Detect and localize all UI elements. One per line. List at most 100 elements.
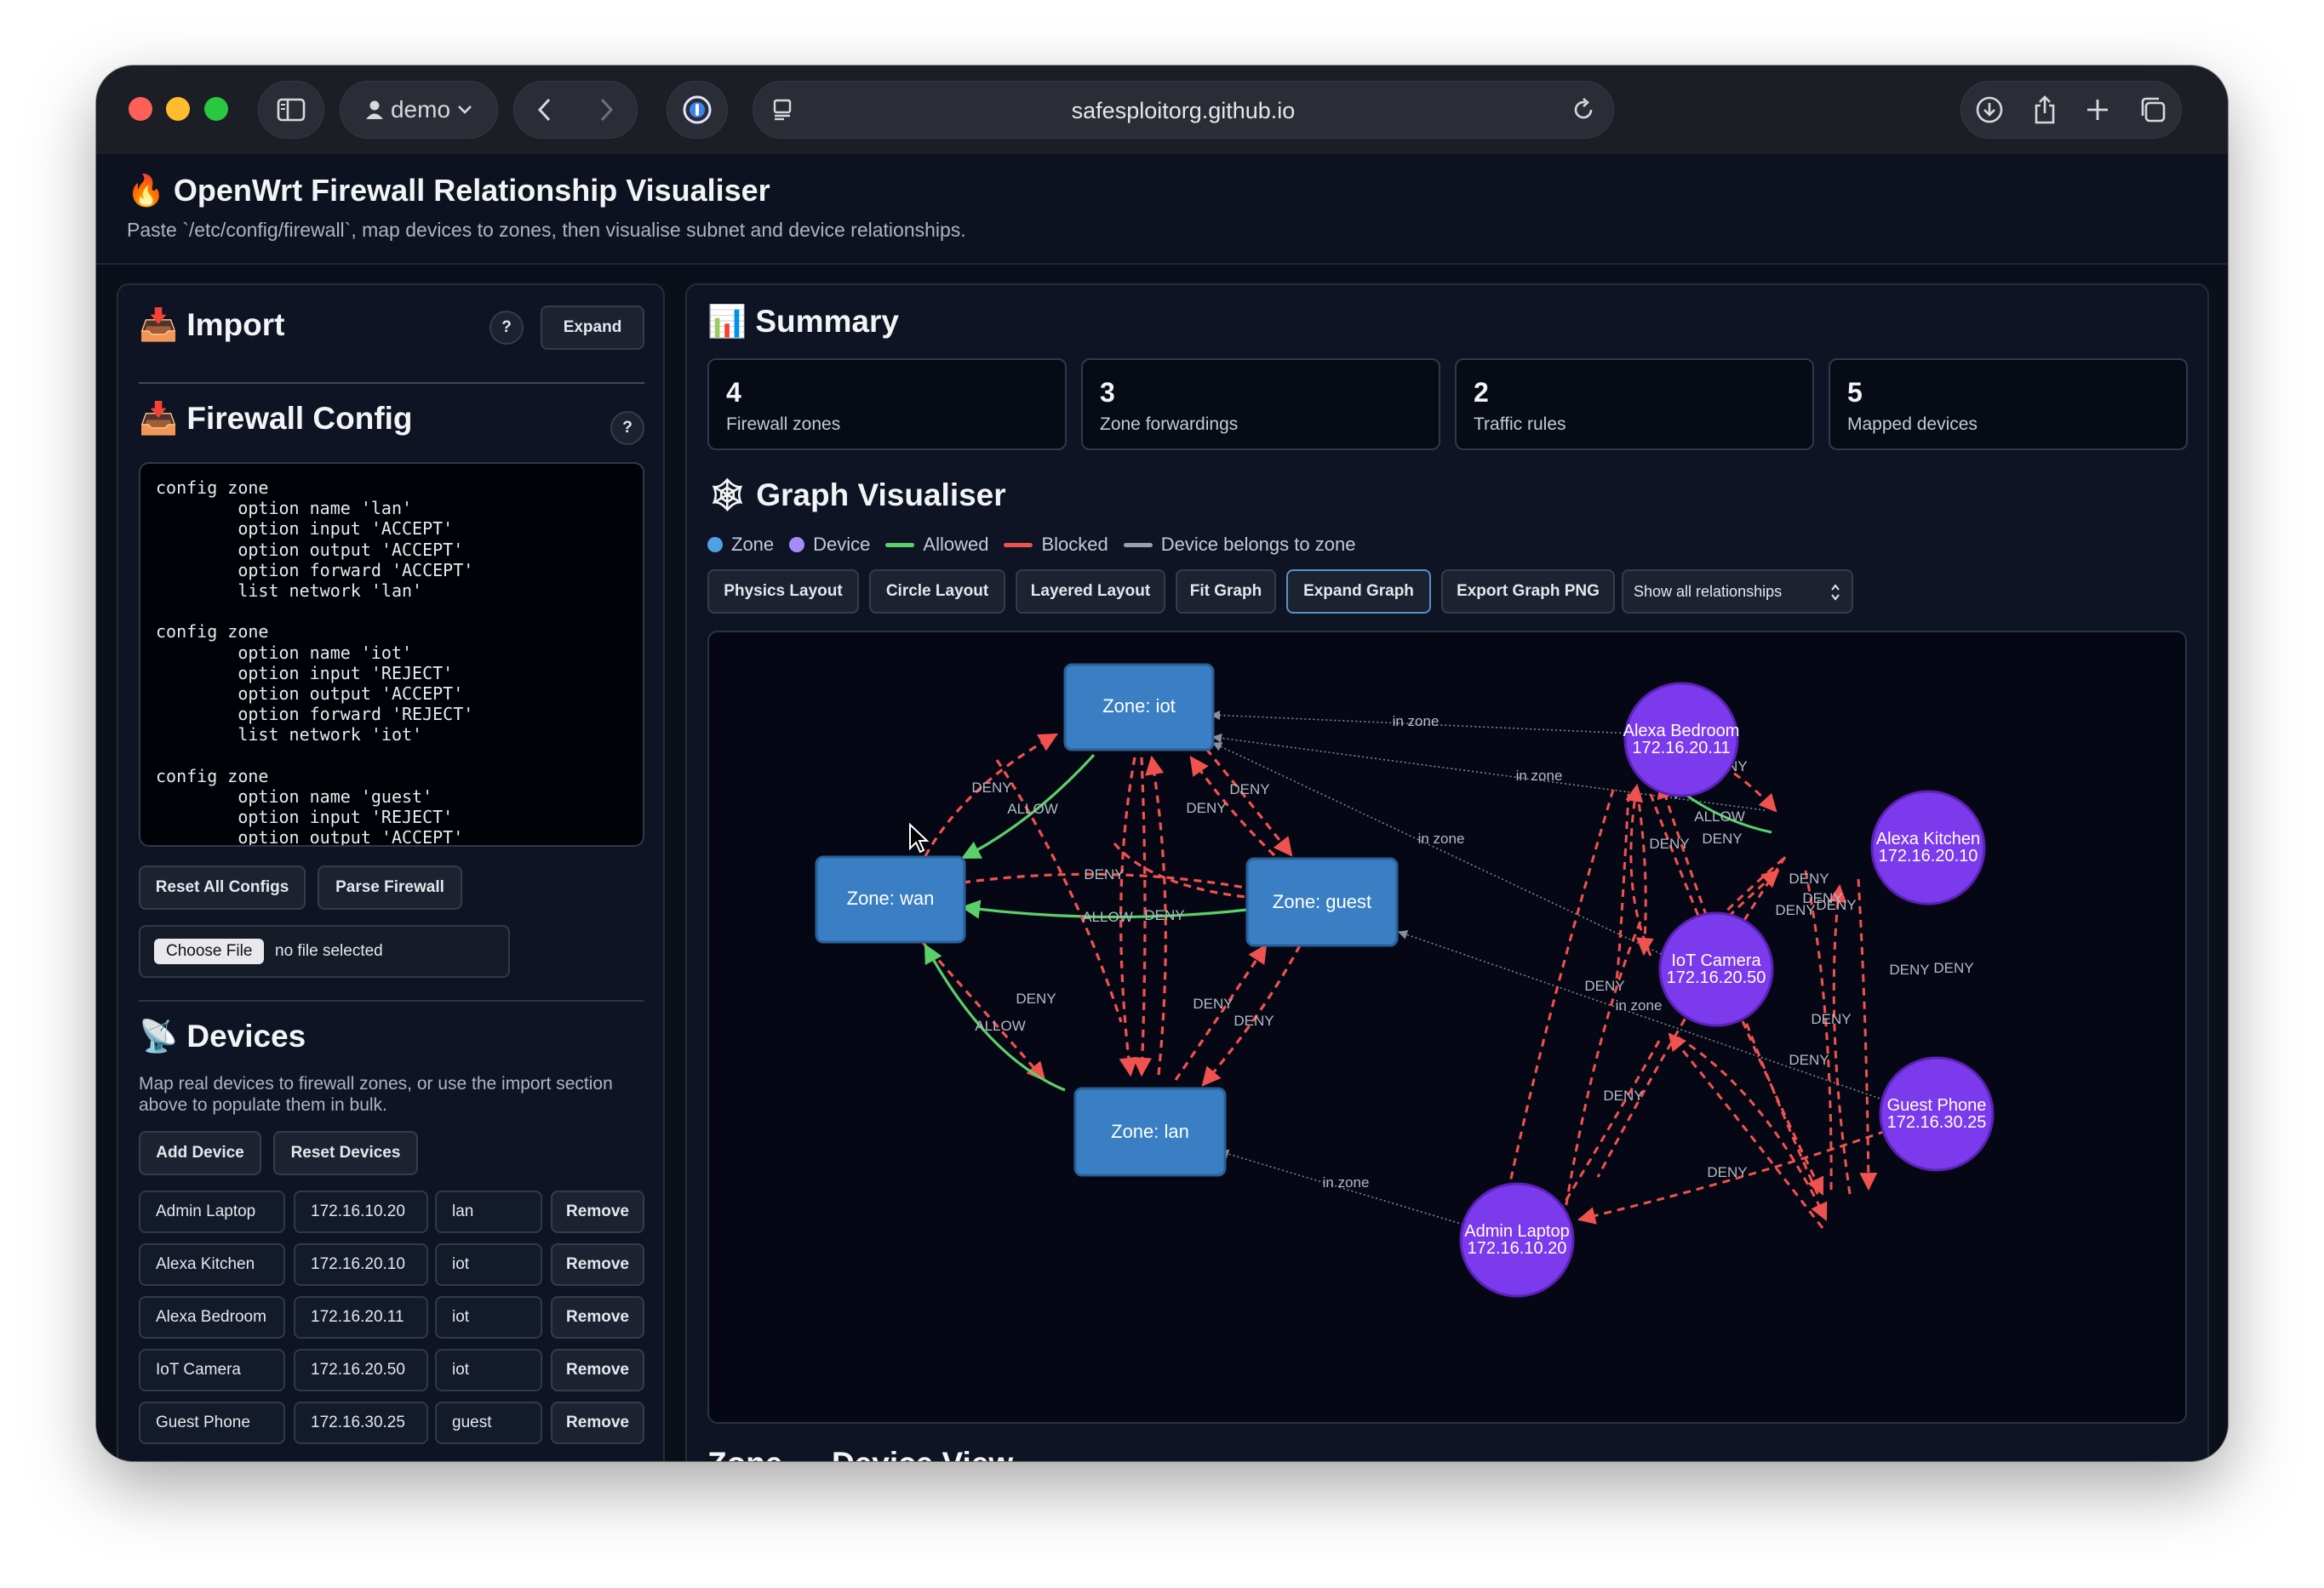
- firewall-config-textarea[interactable]: config zone option name 'lan' option inp…: [139, 462, 644, 847]
- choose-file-button[interactable]: Choose File: [154, 939, 265, 964]
- back-arrow-icon[interactable]: [536, 97, 553, 123]
- device-zone-input[interactable]: iot: [435, 1349, 542, 1391]
- mouse-cursor: [909, 822, 930, 854]
- edge-label-in-zone: in zone: [1323, 1174, 1370, 1191]
- export-graph-png-button[interactable]: Export Graph PNG: [1441, 569, 1615, 614]
- circle-layout-button[interactable]: Circle Layout: [869, 569, 1005, 614]
- device-node-iot-camera[interactable]: IoT Camera 172.16.20.50: [1658, 911, 1774, 1027]
- remove-device-button[interactable]: Remove: [551, 1243, 644, 1286]
- sidebar-toggle-button[interactable]: [258, 81, 324, 139]
- device-node-ip: 172.16.10.20: [1468, 1239, 1567, 1258]
- device-name-input[interactable]: Admin Laptop: [139, 1191, 285, 1233]
- device-node-admin-laptop[interactable]: Admin Laptop 172.16.10.20: [1459, 1182, 1575, 1298]
- device-zone-input[interactable]: guest: [435, 1402, 542, 1444]
- graph-svg[interactable]: DENY ALLOW DENY DENY DENY ALLOW DENY DEN…: [709, 632, 2185, 1422]
- chevron-down-icon: [458, 106, 472, 114]
- device-ip-input[interactable]: 172.16.20.11: [294, 1296, 428, 1339]
- device-zone-input[interactable]: lan: [435, 1191, 542, 1233]
- device-node-name: Alexa Bedroom: [1623, 722, 1740, 740]
- tab-overview-icon[interactable]: [2138, 95, 2167, 124]
- device-name-input[interactable]: IoT Camera: [139, 1349, 285, 1391]
- remove-device-button[interactable]: Remove: [551, 1349, 644, 1391]
- device-ip-input[interactable]: 172.16.30.25: [294, 1402, 428, 1444]
- device-node-name: Guest Phone: [1887, 1096, 1987, 1115]
- physics-layout-button[interactable]: Physics Layout: [707, 569, 859, 614]
- device-node-alexa-bedroom[interactable]: Alexa Bedroom 172.16.20.11: [1623, 682, 1740, 797]
- forward-arrow-icon[interactable]: [598, 97, 615, 123]
- device-name-input[interactable]: Alexa Kitchen: [139, 1243, 285, 1286]
- password-manager-button[interactable]: [667, 81, 728, 139]
- remove-device-button[interactable]: Remove: [551, 1191, 644, 1233]
- stat-value: 5: [1847, 377, 1863, 408]
- download-icon[interactable]: [1975, 95, 2004, 124]
- reset-all-configs-button[interactable]: Reset All Configs: [139, 865, 306, 910]
- parse-firewall-button[interactable]: Parse Firewall: [318, 865, 462, 910]
- legend-membership: Device belongs to zone: [1123, 534, 1355, 556]
- edge-deny: [1113, 842, 1255, 900]
- add-device-button[interactable]: Add Device: [139, 1131, 261, 1175]
- device-node-name: Alexa Kitchen: [1876, 830, 1980, 848]
- relationship-filter-value: Show all relationships: [1634, 582, 1783, 600]
- stat-label: Zone forwardings: [1100, 414, 1239, 434]
- import-title: 📥 Import: [139, 307, 285, 342]
- main-panel: 📊 Summary 4 Firewall zones 3 Zone forwar…: [685, 283, 2209, 1461]
- close-window-button[interactable]: [129, 97, 152, 121]
- graph-legend: Zone Device Allowed Blocked Device belon…: [707, 532, 1371, 557]
- device-node-alexa-kitchen[interactable]: Alexa Kitchen 172.16.20.10: [1870, 790, 1986, 905]
- device-name-input[interactable]: Guest Phone: [139, 1402, 285, 1444]
- device-ip-input[interactable]: 172.16.20.10: [294, 1243, 428, 1286]
- membership-edges: [1210, 710, 1920, 1229]
- zone-node-iot[interactable]: Zone: iot: [1063, 663, 1215, 751]
- firewall-config-help-button[interactable]: ?: [610, 411, 644, 445]
- zoom-window-button[interactable]: [204, 97, 228, 121]
- import-expand-button[interactable]: Expand: [541, 306, 644, 350]
- zone-device-view-title: Zone ↔ Device View: [707, 1446, 1013, 1461]
- edge-label-deny: DENY: [1816, 897, 1856, 913]
- edge-deny: [1857, 878, 1878, 1191]
- zone-node-lan[interactable]: Zone: lan: [1073, 1087, 1227, 1177]
- edge-label-deny: DENY: [1707, 1164, 1747, 1180]
- remove-device-button[interactable]: Remove: [551, 1296, 644, 1339]
- edge-label-allow: ALLOW: [975, 1018, 1026, 1034]
- edge-deny: [1562, 921, 1642, 1220]
- web-page: 🔥 OpenWrt Firewall Relationship Visualis…: [96, 154, 2228, 1461]
- layered-layout-button[interactable]: Layered Layout: [1016, 569, 1165, 614]
- firewall-file-input[interactable]: Choose File no file selected: [139, 925, 510, 978]
- zone-node-guest[interactable]: Zone: guest: [1245, 857, 1399, 947]
- edge-label-deny: DENY: [1702, 831, 1742, 847]
- stat-mapped-devices: 5 Mapped devices: [1829, 358, 2188, 450]
- graph-canvas[interactable]: DENY ALLOW DENY DENY DENY ALLOW DENY DEN…: [707, 631, 2187, 1424]
- device-zone-input[interactable]: iot: [435, 1243, 542, 1286]
- share-icon[interactable]: [2032, 94, 2058, 125]
- edge-label-allow: ALLOW: [1082, 909, 1133, 925]
- edge-label-in-zone: in zone: [1418, 831, 1465, 847]
- profile-button[interactable]: demo: [340, 81, 498, 139]
- edge-label-deny: DENY: [1016, 991, 1056, 1007]
- device-name-input[interactable]: Alexa Bedroom: [139, 1296, 285, 1339]
- device-ip-input[interactable]: 172.16.10.20: [294, 1191, 428, 1233]
- reload-icon[interactable]: [1571, 96, 1596, 123]
- person-icon: [365, 100, 383, 119]
- reset-devices-button[interactable]: Reset Devices: [273, 1131, 418, 1175]
- remove-device-button[interactable]: Remove: [551, 1402, 644, 1444]
- edge-label-allow: ALLOW: [1694, 808, 1745, 825]
- browser-window: demo safesploitorg.github.io 🔥 OpenWrt F…: [96, 66, 2228, 1461]
- fit-graph-button[interactable]: Fit Graph: [1176, 569, 1276, 614]
- select-arrows-icon: [1831, 584, 1840, 601]
- new-tab-icon[interactable]: [2085, 97, 2110, 123]
- edge-label-in-zone: in zone: [1616, 997, 1663, 1014]
- zone-node-wan[interactable]: Zone: wan: [815, 855, 966, 944]
- relationship-filter-select[interactable]: Show all relationships: [1622, 569, 1853, 614]
- edge-deny: [1615, 793, 1630, 980]
- edge-label-deny: DENY: [1775, 902, 1815, 918]
- device-node-guest-phone[interactable]: Guest Phone 172.16.30.25: [1879, 1056, 1995, 1172]
- expand-graph-button[interactable]: Expand Graph: [1286, 569, 1431, 614]
- stat-firewall-zones: 4 Firewall zones: [707, 358, 1067, 450]
- edge-label-deny: DENY: [1584, 978, 1624, 994]
- import-help-button[interactable]: ?: [489, 311, 524, 345]
- legend-zone: Zone: [707, 534, 774, 556]
- minimize-window-button[interactable]: [166, 97, 190, 121]
- address-bar[interactable]: safesploitorg.github.io: [753, 81, 1614, 139]
- device-ip-input[interactable]: 172.16.20.50: [294, 1349, 428, 1391]
- device-zone-input[interactable]: iot: [435, 1296, 542, 1339]
